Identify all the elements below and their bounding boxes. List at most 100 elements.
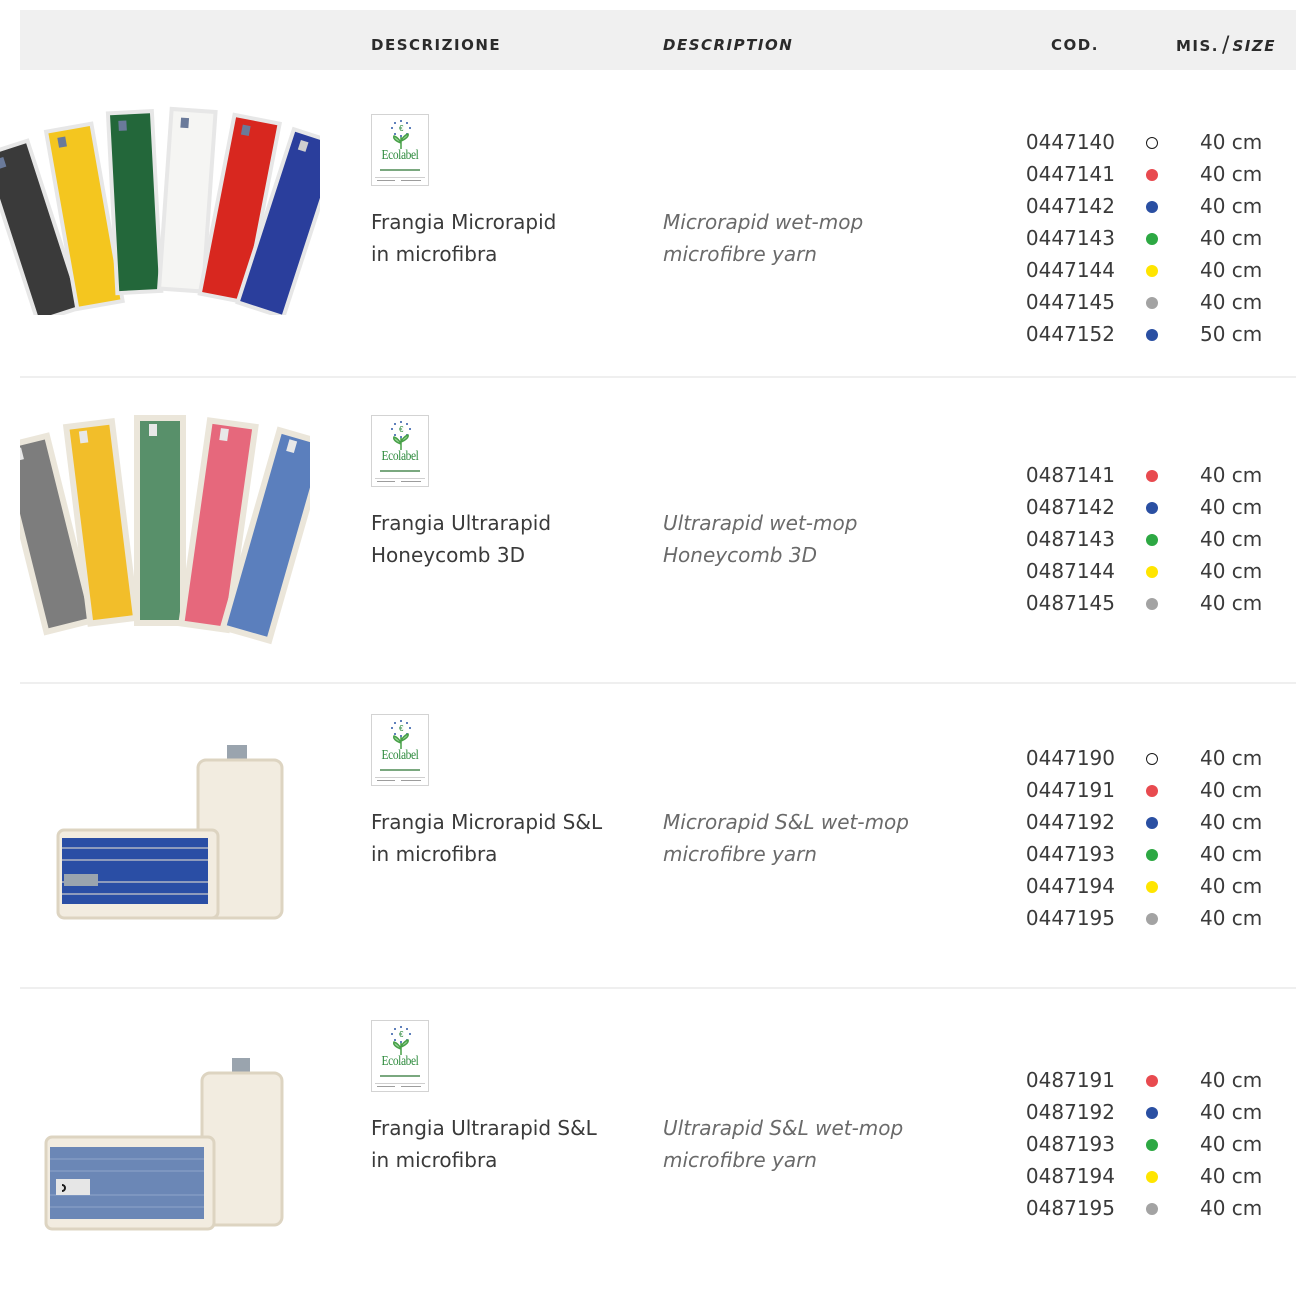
svg-text:€: € (399, 425, 404, 434)
header-code: COD. (1051, 36, 1099, 54)
color-dot-blue (1146, 502, 1158, 514)
color-dot-blue (1146, 201, 1158, 213)
product-code: 0487142 (1025, 495, 1115, 519)
product-size: 40 cm (1200, 746, 1263, 770)
product-size: 40 cm (1200, 906, 1263, 930)
variant-row: 0447195 40 cm (0, 902, 1296, 934)
variant-row: 0487193 40 cm (0, 1128, 1296, 1160)
color-dot-green (1146, 1139, 1158, 1151)
variant-row: 0447190 40 cm (0, 742, 1296, 774)
product-size: 40 cm (1200, 778, 1263, 802)
variant-row: 0447193 40 cm (0, 838, 1296, 870)
row-divider (20, 682, 1296, 684)
product-code: 0447192 (1025, 810, 1115, 834)
variant-row: 0447140 40 cm (0, 126, 1296, 158)
variant-row: 0447192 40 cm (0, 806, 1296, 838)
ecolabel-flower-icon: € (391, 1026, 411, 1055)
product-code: 0447195 (1025, 906, 1115, 930)
color-dot-green (1146, 233, 1158, 245)
variant-row: 0487142 40 cm (0, 491, 1296, 523)
product-code: 0447190 (1025, 746, 1115, 770)
color-dot-grey (1146, 1203, 1158, 1215)
product-code: 0487194 (1025, 1164, 1115, 1188)
variant-row: 0487192 40 cm (0, 1096, 1296, 1128)
header-size-en: SIZE (1232, 37, 1276, 55)
product-code: 0447145 (1025, 290, 1115, 314)
row-divider (20, 376, 1296, 378)
product-size: 40 cm (1200, 874, 1263, 898)
header-descrizione: DESCRIZIONE (371, 36, 502, 54)
variant-row: 0487195 40 cm (0, 1192, 1296, 1224)
product-code: 0447140 (1025, 130, 1115, 154)
product-size: 40 cm (1200, 162, 1263, 186)
product-code: 0487192 (1025, 1100, 1115, 1124)
product-code: 0487193 (1025, 1132, 1115, 1156)
product-code: 0447143 (1025, 226, 1115, 250)
color-dot-green (1146, 849, 1158, 861)
variant-row: 0447144 40 cm (0, 254, 1296, 286)
svg-text:€: € (399, 724, 404, 733)
product-size: 40 cm (1200, 130, 1263, 154)
color-dot-blue (1146, 329, 1158, 341)
variant-row: 0487191 40 cm (0, 1064, 1296, 1096)
variant-row: 0447142 40 cm (0, 190, 1296, 222)
variant-row: 0487194 40 cm (0, 1160, 1296, 1192)
row-divider (20, 987, 1296, 989)
color-dot-yellow (1146, 265, 1158, 277)
product-size: 50 cm (1200, 322, 1263, 346)
color-dot-yellow (1146, 1171, 1158, 1183)
product-code: 0447193 (1025, 842, 1115, 866)
variant-row: 0447141 40 cm (0, 158, 1296, 190)
color-dot-grey (1146, 297, 1158, 309)
variant-row: 0487145 40 cm (0, 587, 1296, 619)
variant-row: 0447143 40 cm (0, 222, 1296, 254)
product-size: 40 cm (1200, 226, 1263, 250)
product-code: 0487143 (1025, 527, 1115, 551)
color-dot-yellow (1146, 881, 1158, 893)
color-dot-red (1146, 1075, 1158, 1087)
product-size: 40 cm (1200, 1164, 1263, 1188)
product-size: 40 cm (1200, 1132, 1263, 1156)
color-dot-grey (1146, 913, 1158, 925)
color-dot-blue (1146, 817, 1158, 829)
product-size: 40 cm (1200, 463, 1263, 487)
product-size: 40 cm (1200, 1100, 1263, 1124)
product-code: 0447194 (1025, 874, 1115, 898)
product-size: 40 cm (1200, 591, 1263, 615)
product-size: 40 cm (1200, 527, 1263, 551)
product-code: 0487144 (1025, 559, 1115, 583)
variant-row: 0487143 40 cm (0, 523, 1296, 555)
color-dot-red (1146, 470, 1158, 482)
table-header (20, 10, 1296, 70)
variant-row: 0447194 40 cm (0, 870, 1296, 902)
product-code: 0487145 (1025, 591, 1115, 615)
color-dot-grey (1146, 598, 1158, 610)
ecolabel-flower-icon: € (391, 421, 411, 450)
variant-row: 0487144 40 cm (0, 555, 1296, 587)
color-dot-white (1146, 137, 1158, 149)
product-size: 40 cm (1200, 258, 1263, 282)
color-dot-red (1146, 785, 1158, 797)
product-size: 40 cm (1200, 1068, 1263, 1092)
color-dot-red (1146, 169, 1158, 181)
product-code: 0447191 (1025, 778, 1115, 802)
color-dot-white (1146, 753, 1158, 765)
header-slash: / (1222, 33, 1230, 58)
product-code: 0447142 (1025, 194, 1115, 218)
product-code: 0447152 (1025, 322, 1115, 346)
variant-row: 0447191 40 cm (0, 774, 1296, 806)
product-code: 0447141 (1025, 162, 1115, 186)
variant-row: 0447145 40 cm (0, 286, 1296, 318)
header-mis: MIS. (1176, 37, 1220, 55)
product-code: 0487141 (1025, 463, 1115, 487)
header-description: DESCRIPTION (663, 36, 794, 54)
product-size: 40 cm (1200, 194, 1263, 218)
product-size: 40 cm (1200, 290, 1263, 314)
color-dot-yellow (1146, 566, 1158, 578)
product-size: 40 cm (1200, 559, 1263, 583)
header-size: MIS. / SIZE (1176, 33, 1276, 58)
product-size: 40 cm (1200, 495, 1263, 519)
color-dot-green (1146, 534, 1158, 546)
product-size: 40 cm (1200, 842, 1263, 866)
product-code: 0447144 (1025, 258, 1115, 282)
